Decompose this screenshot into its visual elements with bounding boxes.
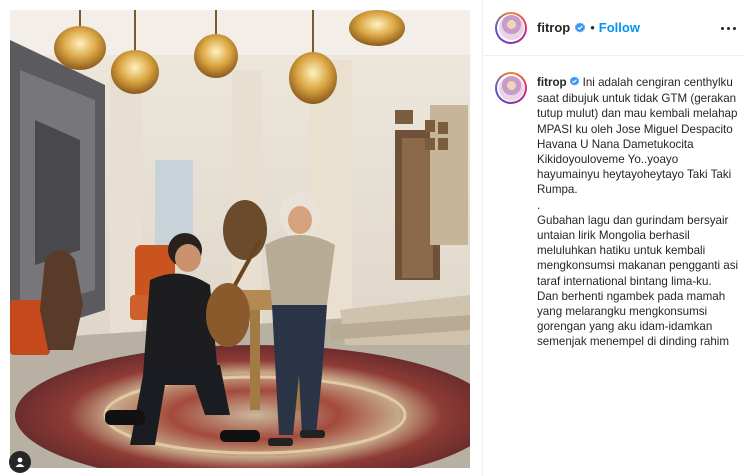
profile-avatar[interactable] — [495, 11, 527, 44]
more-dot — [720, 26, 724, 30]
caption-message: Ini adalah cengiran centhylku saat dibuj… — [537, 76, 739, 349]
caption-username[interactable]: fitrop — [537, 76, 567, 89]
avatar-image — [498, 15, 524, 40]
verified-badge-icon — [574, 22, 586, 34]
post-caption: fitrop Ini adalah cengiran centhylku saat… — [495, 72, 743, 350]
more-options-icon[interactable] — [718, 19, 738, 37]
user-tag-icon[interactable] — [9, 451, 31, 473]
caption-body: fitrop Ini adalah cengiran centhylku saat… — [537, 72, 743, 350]
avatar-image — [498, 75, 524, 101]
caption-avatar[interactable] — [495, 72, 527, 104]
post-header: fitrop • Follow — [483, 0, 745, 56]
header-username[interactable]: fitrop — [537, 20, 570, 35]
instagram-post: fitrop • Follow fitrop Ini adalah cengir… — [0, 0, 745, 476]
person-icon — [15, 457, 25, 467]
post-sidebar: fitrop • Follow fitrop Ini adalah cengir… — [482, 0, 745, 476]
avatar-ring — [497, 74, 525, 102]
verified-badge-icon — [569, 76, 580, 91]
more-dot — [732, 26, 736, 30]
avatar-ring — [497, 13, 525, 42]
post-photo[interactable] — [10, 10, 470, 468]
follow-button[interactable]: Follow — [599, 20, 640, 35]
photo-illustration — [10, 10, 470, 468]
separator-dot: • — [590, 20, 595, 35]
more-dot — [726, 26, 730, 30]
